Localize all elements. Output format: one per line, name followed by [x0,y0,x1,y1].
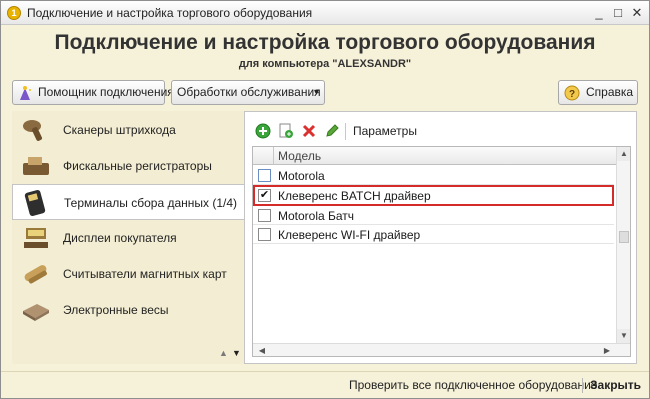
connection-wizard-label: Помощник подключения [38,85,174,99]
table-header: Модель [253,147,630,165]
customer-display-icon [24,228,48,248]
page-subtitle: для компьютера "ALEXSANDR" [238,58,412,70]
svg-text:?: ? [569,89,575,100]
equipment-type-list: Сканеры штрихкода Фискальные регистратор… [12,111,247,364]
close-button[interactable]: ✕ [628,4,646,22]
help-icon: ? [564,85,580,101]
scroll-right-button[interactable]: ▶ [600,344,614,356]
footer-bar: Проверить все подключенное оборудование … [1,371,649,398]
parameters-button[interactable]: Параметры [353,124,417,138]
toolbar-divider [345,123,346,140]
model-column-header[interactable]: Модель [278,149,321,163]
title-bar: 1 Подключение и настройка торгового обор… [1,1,649,25]
check-column-header [253,147,274,165]
page-title: Подключение и настройка торгового оборуд… [54,31,596,54]
table-row[interactable]: Motorola [253,166,614,185]
nav-label: Считыватели магнитных карт [63,267,227,281]
fiscal-printer-icon [23,157,49,175]
row-checkbox[interactable] [258,169,271,182]
table-row[interactable]: Motorola Батч [253,206,614,225]
row-checkbox-checked[interactable]: ✔ [258,189,271,202]
close-dialog-button[interactable]: Закрыть [590,378,641,392]
maximize-button[interactable]: □ [609,4,627,22]
nav-item-data-terminals[interactable]: Терминалы сбора данных (1/4) [12,184,247,220]
footer-divider [582,378,583,393]
horizontal-scrollbar[interactable]: ◀ ▶ [253,343,630,356]
window-title: Подключение и настройка торгового оборуд… [27,6,313,20]
service-processing-dropdown[interactable]: Обработки обслуживания ▾ [171,80,325,105]
service-processing-label: Обработки обслуживания [177,85,321,99]
check-all-equipment-button[interactable]: Проверить все подключенное оборудование [349,378,597,392]
vertical-scrollbar[interactable]: ▲ ▼ [616,147,630,343]
nav-label: Терминалы сбора данных (1/4) [64,196,238,210]
nav-item-fiscal-registers[interactable]: Фискальные регистраторы [12,148,245,184]
copy-icon[interactable] [278,123,294,139]
nav-label: Дисплеи покупателя [63,231,177,245]
nav-label: Сканеры штрихкода [63,123,176,137]
card-reader-icon [24,265,47,284]
barcode-scanner-icon [23,120,43,141]
table-row[interactable]: Клеверенс WI-FI драйвер [253,225,614,244]
nav-item-card-readers[interactable]: Считыватели магнитных карт [12,256,245,292]
row-model: Клеверенс WI-FI драйвер [278,228,421,242]
nav-item-barcode-scanners[interactable]: Сканеры штрихкода [12,112,245,148]
wizard-icon [20,86,31,100]
terminal-models-panel: Параметры Модель Motorola ✔ Клеверенс BA… [244,111,637,364]
delete-icon[interactable] [301,123,317,139]
page-header: Подключение и настройка торгового оборуд… [1,25,649,77]
help-button[interactable]: ? Справка [558,80,638,105]
row-model: Клеверенс BATCH драйвер [278,189,431,203]
nav-item-electronic-scales[interactable]: Электронные весы [12,292,245,328]
edit-icon[interactable] [324,123,340,139]
row-checkbox[interactable] [258,209,271,222]
scroll-down-button[interactable]: ▼ [617,329,630,343]
scroll-left-button[interactable]: ◀ [255,344,269,356]
models-table: Модель Motorola ✔ Клеверенс BATCH драйве… [252,146,631,357]
nav-label: Фискальные регистраторы [63,159,212,173]
scroll-thumb[interactable] [619,231,629,243]
row-model: Motorola [278,169,325,183]
connection-wizard-button[interactable]: Помощник подключения [12,80,174,105]
row-model: Motorola Батч [278,209,355,223]
nav-label: Электронные весы [63,303,169,317]
app-logo-icon: 1 [7,6,21,20]
minimize-button[interactable]: _ [590,4,608,22]
nav-item-customer-displays[interactable]: Дисплеи покупателя [12,220,245,256]
data-terminal-icon [24,190,46,216]
add-icon[interactable] [255,123,271,139]
help-label: Справка [586,85,634,99]
window: 1 Подключение и настройка торгового обор… [0,0,650,399]
nav-scroll-up-button[interactable]: ▲ [219,348,228,358]
scales-icon [23,304,49,321]
table-row-highlighted[interactable]: ✔ Клеверенс BATCH драйвер [253,185,614,206]
chevron-down-icon: ▾ [314,87,320,98]
scroll-up-button[interactable]: ▲ [617,147,630,161]
nav-scroll-down-button[interactable]: ▼ [232,348,241,358]
models-toolbar: Параметры [245,120,636,142]
row-checkbox[interactable] [258,228,271,241]
